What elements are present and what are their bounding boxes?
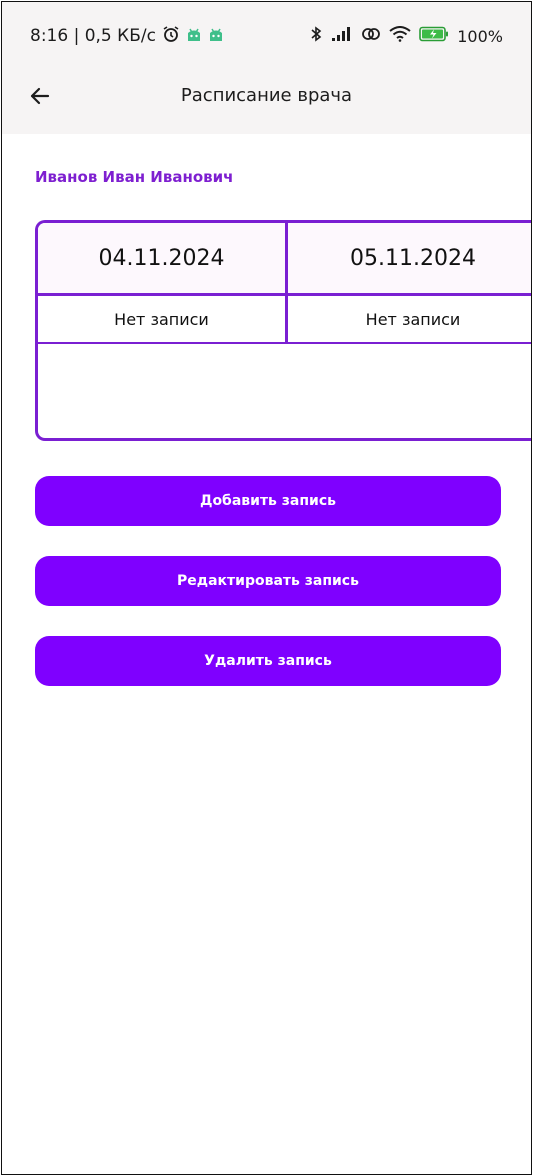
- page-title: Расписание врача: [180, 85, 353, 106]
- app-bar: Расписание врача: [2, 70, 531, 126]
- delete-record-button[interactable]: Удалить запись: [35, 636, 501, 686]
- app-notification-icon: [186, 26, 202, 47]
- status-time-speed: 8:16 | 0,5 КБ/с: [30, 26, 156, 46]
- app-notification-icon: [208, 26, 224, 47]
- alarm-icon: [162, 25, 180, 48]
- battery-percent: 100%: [457, 26, 503, 46]
- signal-icon: [331, 26, 353, 47]
- link-icon: [361, 26, 381, 47]
- status-bar: 8:16 | 0,5 КБ/с 100%: [2, 2, 531, 70]
- schedule-date: 04.11.2024: [38, 223, 285, 296]
- status-left: 8:16 | 0,5 КБ/с: [30, 25, 224, 48]
- edit-record-button[interactable]: Редактировать запись: [35, 556, 501, 606]
- schedule-column: 05.11.2024 Нет записи: [288, 223, 531, 344]
- phone-screen: 8:16 | 0,5 КБ/с 100% Расписание врача Ив…: [1, 1, 532, 1175]
- wifi-icon: [389, 25, 411, 47]
- schedule-slot[interactable]: Нет записи: [38, 296, 285, 344]
- schedule-slot[interactable]: Нет записи: [288, 296, 531, 344]
- bluetooth-icon: [309, 25, 323, 48]
- schedule-column: 04.11.2024 Нет записи: [38, 223, 288, 344]
- battery-icon: [419, 26, 449, 47]
- doctor-name: Иванов Иван Иванович: [35, 168, 234, 186]
- schedule-table[interactable]: 04.11.2024 Нет записи 05.11.2024 Нет зап…: [35, 220, 531, 441]
- add-record-button[interactable]: Добавить запись: [35, 476, 501, 526]
- schedule-date: 05.11.2024: [288, 223, 531, 296]
- status-right: 100%: [309, 25, 503, 48]
